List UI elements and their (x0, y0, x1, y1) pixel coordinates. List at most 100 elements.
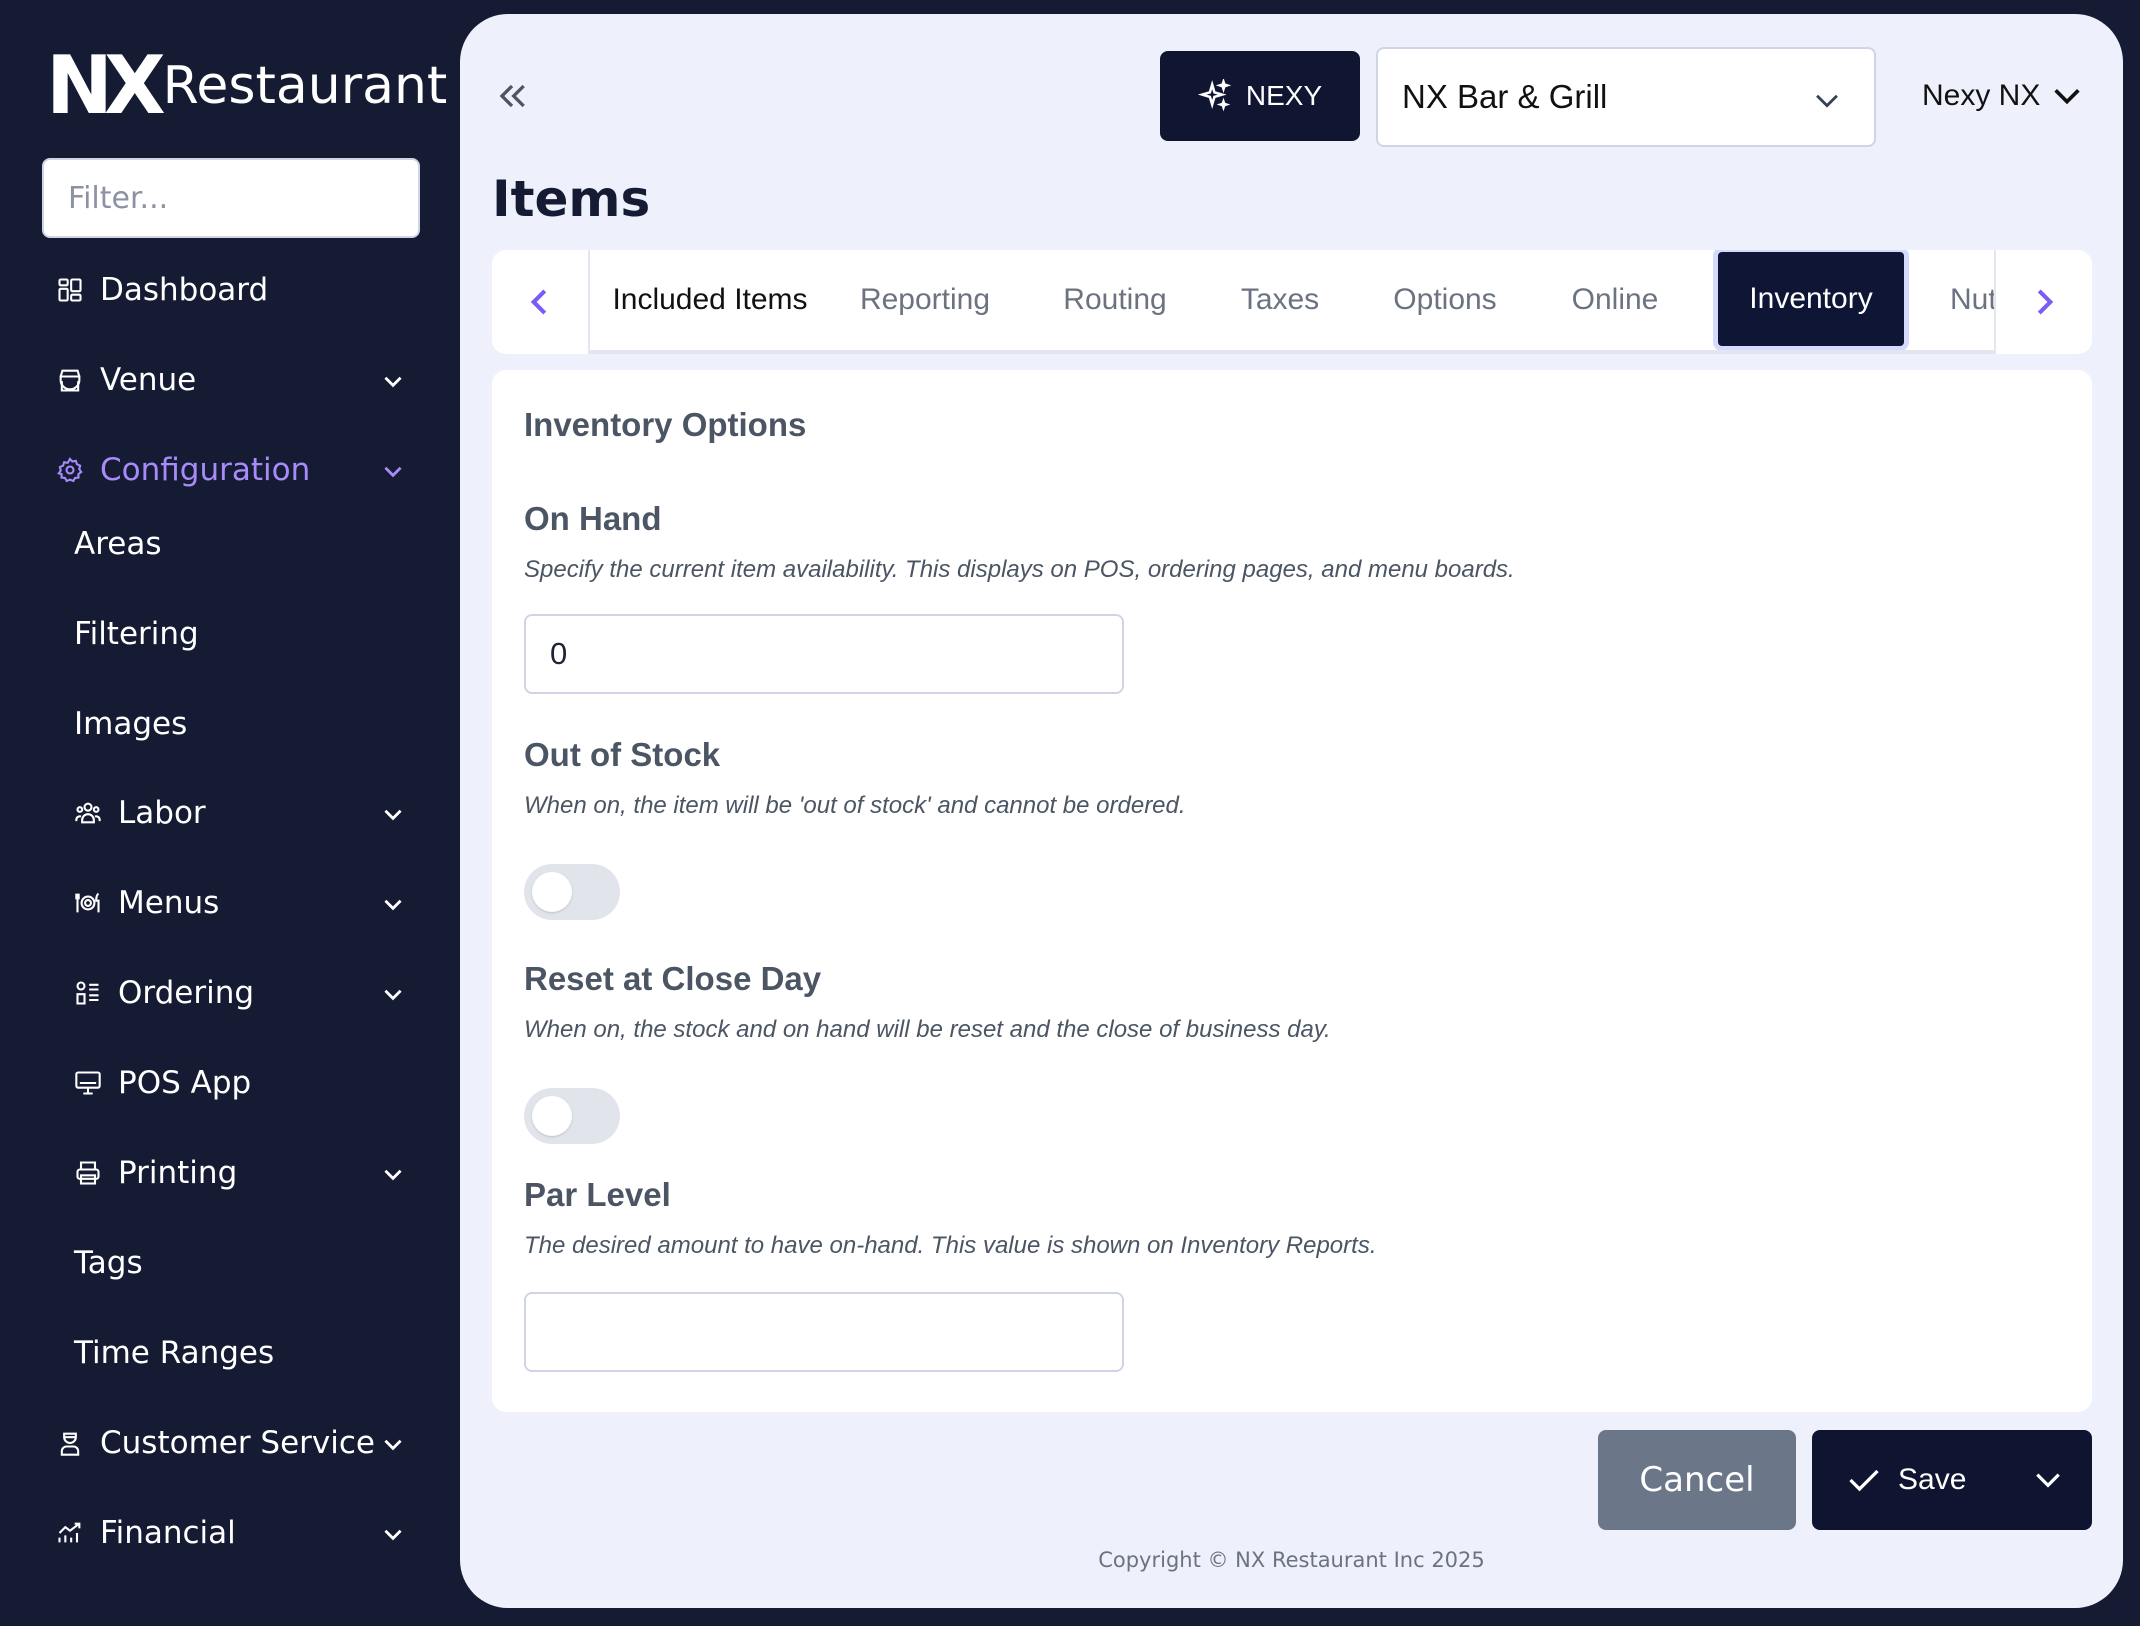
tab-label: Online (1571, 283, 1659, 316)
financial-icon (56, 1519, 84, 1547)
sidebar-item-label: Tags (74, 1245, 143, 1281)
sidebar-item-label: Printing (118, 1155, 238, 1191)
user-menu[interactable]: Nexy NX (1922, 74, 2084, 118)
par-level-input[interactable] (524, 1292, 1124, 1372)
tab-label: Inventory (1749, 282, 1873, 315)
tab-label: Nutrition (1950, 283, 1996, 316)
venue-select[interactable]: NX Bar & Grill (1376, 47, 1876, 147)
checkmark-icon (1849, 1469, 1879, 1492)
sidebar-item-configuration[interactable]: Configuration (56, 440, 416, 500)
chevron-down-icon (380, 1521, 406, 1547)
tab-label: Routing (1063, 283, 1167, 316)
tab-underline (590, 350, 1994, 354)
sparkles-icon (1197, 79, 1232, 112)
tab-nutrition[interactable]: Nutrition (1930, 250, 1996, 350)
chevron-down-icon (380, 1161, 406, 1187)
page-title: Items (492, 170, 651, 228)
gear-icon (56, 456, 84, 484)
tab-included-items[interactable]: Included Items (590, 250, 830, 350)
tab-label: Options (1393, 283, 1497, 316)
logo-mark: NX (46, 39, 166, 132)
sidebar-item-label: Dashboard (100, 272, 269, 308)
tab-label: Taxes (1240, 283, 1320, 316)
dashboard-icon (56, 276, 84, 304)
chevron-down-icon (380, 1431, 406, 1457)
sidebar-item-label: POS App (118, 1065, 252, 1101)
sidebar-filter-input[interactable] (42, 158, 420, 238)
tab-options[interactable]: Options (1350, 250, 1540, 350)
sidebar-item-label: Filtering (74, 616, 199, 652)
sidebar-item-areas[interactable]: Areas (74, 514, 416, 574)
sidebar-item-printing[interactable]: Printing (74, 1143, 416, 1203)
sidebar-item-ordering[interactable]: Ordering (74, 963, 416, 1023)
sidebar-item-customer-service[interactable]: Customer Service (56, 1413, 416, 1473)
tab-taxes[interactable]: Taxes (1210, 250, 1350, 350)
sidebar-item-label: Ordering (118, 975, 255, 1011)
double-chevron-left-icon (499, 84, 525, 108)
chevron-down-icon (1816, 94, 1838, 108)
reset-at-close-help: When on, the stock and on hand will be r… (524, 1016, 1331, 1043)
chevron-down-icon (380, 981, 406, 1007)
section-title: Inventory Options (524, 406, 807, 443)
customer-service-icon (56, 1429, 84, 1457)
tab-routing[interactable]: Routing (1020, 250, 1210, 350)
brand-logo[interactable]: NX Restaurant (46, 46, 447, 126)
sidebar-item-label: Time Ranges (74, 1335, 275, 1371)
ordering-icon (74, 979, 102, 1007)
tabs-scroll-right-button[interactable] (1996, 250, 2092, 354)
logo-text: Restaurant (162, 56, 448, 116)
save-main: Save (1812, 1462, 1966, 1498)
sidebar-item-label: Labor (118, 795, 206, 831)
sidebar-item-pos-app[interactable]: POS App (74, 1053, 416, 1113)
sidebar-item-label: Images (74, 706, 188, 742)
tab-inventory[interactable]: Inventory (1718, 252, 1904, 346)
sidebar-item-dashboard[interactable]: Dashboard (56, 260, 416, 320)
chevron-down-icon[interactable] (2032, 1464, 2064, 1496)
chevron-right-icon (2037, 289, 2054, 315)
inventory-options-card: Inventory Options On Hand Specify the cu… (492, 370, 2092, 1412)
tab-reporting[interactable]: Reporting (830, 250, 1020, 350)
printer-icon (74, 1159, 102, 1187)
toggle-knob (532, 872, 572, 912)
sidebar-item-filtering[interactable]: Filtering (74, 604, 416, 664)
chevron-down-icon (2054, 89, 2080, 105)
users-icon (74, 799, 102, 827)
toggle-knob (532, 1096, 572, 1136)
tab-scroll-area: Included Items Reporting Routing Taxes O… (588, 250, 1996, 354)
user-name: Nexy NX (1922, 79, 2041, 112)
sidebar-item-financial[interactable]: Financial (56, 1503, 416, 1563)
sidebar-item-label: Financial (100, 1515, 236, 1551)
save-button[interactable]: Save (1812, 1430, 2092, 1530)
on-hand-input[interactable] (524, 614, 1124, 694)
nexy-ai-button[interactable]: NEXY (1160, 51, 1360, 141)
reset-at-close-toggle[interactable] (524, 1088, 620, 1144)
chevron-down-icon (380, 458, 406, 484)
sidebar-item-images[interactable]: Images (74, 694, 416, 754)
sidebar-item-tags[interactable]: Tags (74, 1233, 416, 1293)
tab-label: Reporting (859, 283, 991, 316)
tab-label: Included Items (612, 283, 808, 316)
collapse-sidebar-button[interactable] (492, 76, 532, 116)
sidebar-item-time-ranges[interactable]: Time Ranges (74, 1323, 416, 1383)
chevron-down-icon (380, 801, 406, 827)
sidebar-item-venue[interactable]: Venue (56, 350, 416, 410)
sidebar-item-label: Areas (74, 526, 162, 562)
sidebar-item-menus[interactable]: Menus (74, 873, 416, 933)
par-level-help: The desired amount to have on-hand. This… (524, 1232, 1377, 1259)
tabs-scroll-left-button[interactable] (492, 250, 588, 354)
out-of-stock-label: Out of Stock (524, 736, 721, 773)
out-of-stock-toggle[interactable] (524, 864, 620, 920)
out-of-stock-help: When on, the item will be 'out of stock'… (524, 792, 1186, 819)
tab-online[interactable]: Online (1540, 250, 1690, 350)
monitor-icon (74, 1069, 102, 1097)
chevron-down-icon (380, 368, 406, 394)
cancel-button[interactable]: Cancel (1598, 1430, 1796, 1530)
on-hand-label: On Hand (524, 500, 662, 537)
on-hand-help: Specify the current item availability. T… (524, 556, 1515, 583)
sidebar-item-label: Customer Service (100, 1425, 376, 1461)
sidebar-item-labor[interactable]: Labor (74, 783, 416, 843)
tab-bar: Included Items Reporting Routing Taxes O… (492, 250, 2092, 354)
sidebar: NX Restaurant Dashboard Venue Configurat… (0, 0, 460, 1626)
reset-at-close-label: Reset at Close Day (524, 960, 822, 997)
par-level-label: Par Level (524, 1176, 671, 1213)
